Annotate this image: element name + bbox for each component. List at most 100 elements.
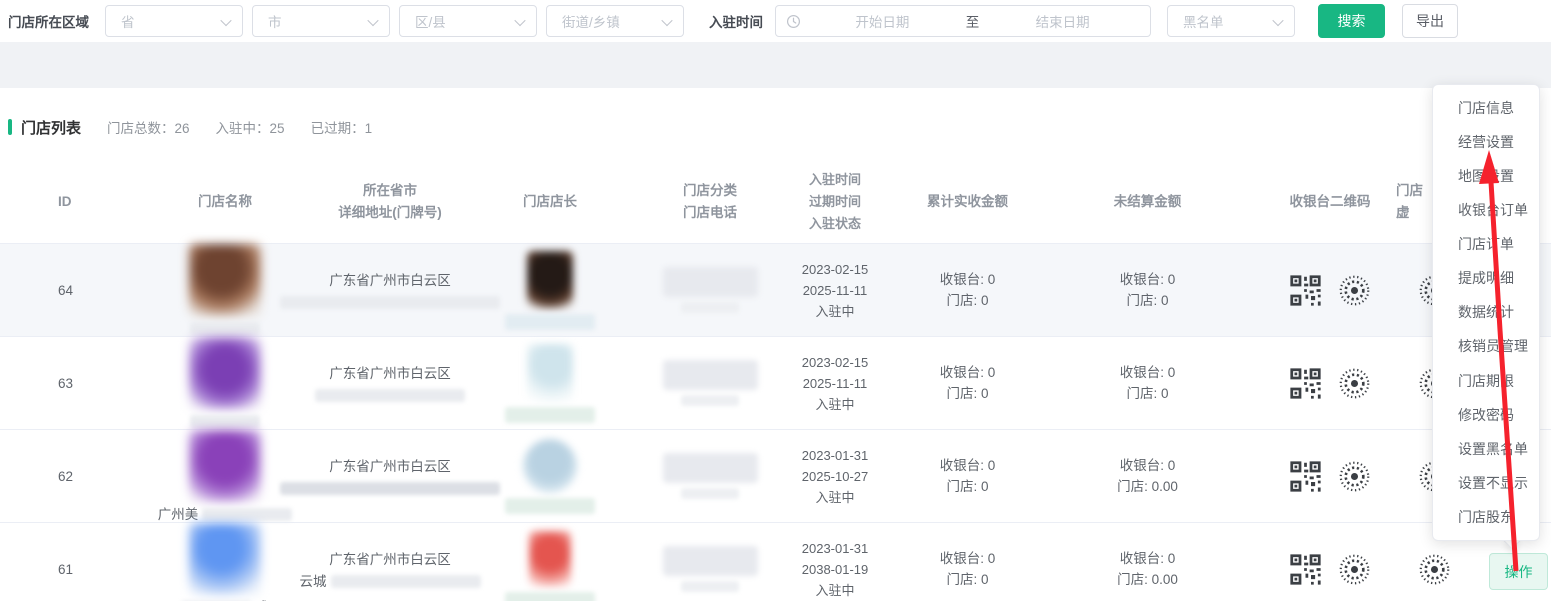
leader-cell: [460, 531, 640, 601]
store-logo-blurred: [189, 523, 261, 595]
store-id: 61: [0, 559, 130, 580]
filter-bar: 门店所在区域 省 市 区/县 街道/乡镇 入驻时间 开始日期 至 结束日期: [0, 0, 1551, 42]
qrcode-icon[interactable]: [1289, 274, 1322, 307]
blurred-phone: [681, 302, 739, 313]
category-phone-cell: [640, 360, 780, 406]
start-date-placeholder: 开始日期: [803, 11, 962, 31]
stat-active-stores: 入驻中：25: [216, 117, 285, 137]
address-fragment: 云城: [300, 571, 327, 592]
menu-item-verifier-management[interactable]: 核销员管理: [1433, 336, 1539, 356]
round-code-icon[interactable]: [1338, 460, 1371, 493]
search-button[interactable]: 搜索: [1318, 4, 1385, 38]
store-name-cell: 成: [130, 523, 320, 601]
district-select[interactable]: 区/县: [399, 5, 537, 37]
province-select[interactable]: 省: [105, 5, 243, 37]
unsettled-amount-cell: 收银台: 0门店: 0: [1045, 362, 1250, 404]
menu-item-cashier-orders[interactable]: 收银台订单: [1433, 200, 1539, 220]
round-code-icon[interactable]: [1338, 553, 1371, 586]
menu-item-data-statistics[interactable]: 数据统计: [1433, 302, 1539, 322]
blurred-category: [663, 546, 758, 576]
menu-item-store-info[interactable]: 门店信息: [1433, 98, 1539, 118]
street-select[interactable]: 街道/乡镇: [546, 5, 684, 37]
round-code-icon[interactable]: [1338, 367, 1371, 400]
col-id: ID: [0, 191, 130, 213]
chevron-down-icon: [661, 15, 672, 26]
table-row: 64 广东省广州市白云区 2023-02-1: [0, 244, 1551, 337]
cashier-qrcode-cell: [1250, 367, 1410, 400]
blurred-store-name: [190, 415, 260, 428]
store-name-cell: [130, 337, 320, 429]
received-amount-cell: 收银台: 0门店: 0: [890, 362, 1045, 404]
blurred-category: [663, 267, 758, 297]
store-table: ID 门店名称 所在省市详细地址(门牌号) 门店店长 门店分类门店电话 入驻时间…: [0, 160, 1551, 601]
store-round-code-icon[interactable]: [1418, 553, 1451, 586]
menu-item-store-shareholders[interactable]: 门店股东: [1433, 507, 1539, 527]
leader-avatar-blurred: [527, 344, 573, 402]
stat-expired-stores: 已过期：1: [311, 117, 373, 137]
qrcode-icon[interactable]: [1289, 367, 1322, 400]
received-amount-cell: 收银台: 0门店: 0: [890, 269, 1045, 311]
city-select[interactable]: 市: [252, 5, 390, 37]
menu-item-set-hidden[interactable]: 设置不显示: [1433, 473, 1539, 493]
round-code-icon[interactable]: [1338, 274, 1371, 307]
store-id: 62: [0, 466, 130, 487]
menu-item-set-blacklist[interactable]: 设置黑名单: [1433, 439, 1539, 459]
col-store-name: 门店名称: [130, 191, 320, 213]
blurred-leader-name: [505, 592, 595, 601]
dates-status-cell: 2023-01-312025-10-27入驻中: [780, 445, 890, 508]
actions-menu: 门店信息 经营设置 地图设置 收银台订单 门店订单 提成明细 数据统计 核销员管…: [1432, 84, 1540, 541]
menu-item-store-term[interactable]: 门店期限: [1433, 371, 1539, 391]
col-dates-status: 入驻时间过期时间入驻状态: [780, 169, 890, 235]
blurred-category: [663, 360, 758, 390]
store-id: 64: [0, 280, 130, 301]
blurred-phone: [681, 395, 739, 406]
menu-item-business-settings[interactable]: 经营设置: [1433, 132, 1539, 152]
blurred-address-line: [280, 296, 500, 309]
blacklist-select[interactable]: 黑名单: [1167, 5, 1295, 37]
qrcode-icon[interactable]: [1289, 553, 1322, 586]
clock-icon: [786, 14, 801, 29]
menu-item-change-password[interactable]: 修改密码: [1433, 405, 1539, 425]
blurred-address-line: [315, 389, 465, 402]
end-date-placeholder: 结束日期: [983, 11, 1142, 31]
menu-item-commission-details[interactable]: 提成明细: [1433, 268, 1539, 288]
blurred-address-line: [280, 482, 500, 495]
cashier-qrcode-cell: [1250, 460, 1410, 493]
menu-item-map-settings[interactable]: 地图设置: [1433, 166, 1539, 186]
date-range-input[interactable]: 开始日期 至 结束日期: [775, 5, 1151, 37]
menu-item-store-orders[interactable]: 门店订单: [1433, 234, 1539, 254]
store-list-panel: 门店列表 门店总数：26 入驻中：25 已过期：1 ID 门店名称 所在省市详细…: [0, 88, 1551, 601]
title-accent-bar: [8, 119, 12, 135]
leader-avatar-blurred: [527, 251, 573, 309]
col-unsettled-amount: 未结算金额: [1045, 191, 1250, 213]
table-row: 61 成 广东省广州市白云区 云城: [0, 523, 1551, 601]
store-id: 63: [0, 373, 130, 394]
blurred-address-line: [331, 575, 481, 588]
blurred-store-name: [202, 508, 292, 521]
background-divider: [0, 42, 1551, 88]
category-phone-cell: [640, 267, 780, 313]
qrcode-icon[interactable]: [1289, 460, 1322, 493]
address-cell: 广东省广州市白云区 云城: [320, 549, 460, 590]
col-received-amount: 累计实收金额: [890, 191, 1045, 213]
cashier-qrcode-cell: [1250, 553, 1410, 586]
region-filter-label: 门店所在区域: [8, 11, 105, 31]
export-button[interactable]: 导出: [1402, 4, 1458, 38]
table-row: 63 广东省广州市白云区 2023-02-1: [0, 337, 1551, 430]
blurred-store-name: [190, 322, 260, 335]
blurred-leader-name: [505, 314, 595, 330]
address-cell: 广东省广州市白云区: [320, 456, 460, 497]
dates-status-cell: 2023-02-152025-11-11入驻中: [780, 352, 890, 415]
stat-total-stores: 门店总数：26: [107, 117, 190, 137]
table-header-row: ID 门店名称 所在省市详细地址(门牌号) 门店店长 门店分类门店电话 入驻时间…: [0, 160, 1551, 244]
action-button[interactable]: 操作: [1489, 553, 1548, 590]
leader-cell: [460, 251, 640, 330]
address-cell: 广东省广州市白云区: [320, 363, 460, 404]
unsettled-amount-cell: 收银台: 0门店: 0.00: [1045, 455, 1250, 497]
dates-status-cell: 2023-02-152025-11-11入驻中: [780, 259, 890, 322]
dates-status-cell: 2023-01-312038-01-19入驻中: [780, 538, 890, 601]
list-header: 门店列表 门店总数：26 入驻中：25 已过期：1: [0, 118, 1551, 136]
store-name-fragment: 广州美: [158, 504, 199, 525]
enroll-time-label: 入驻时间: [709, 11, 763, 31]
leader-avatar-blurred: [529, 531, 571, 587]
